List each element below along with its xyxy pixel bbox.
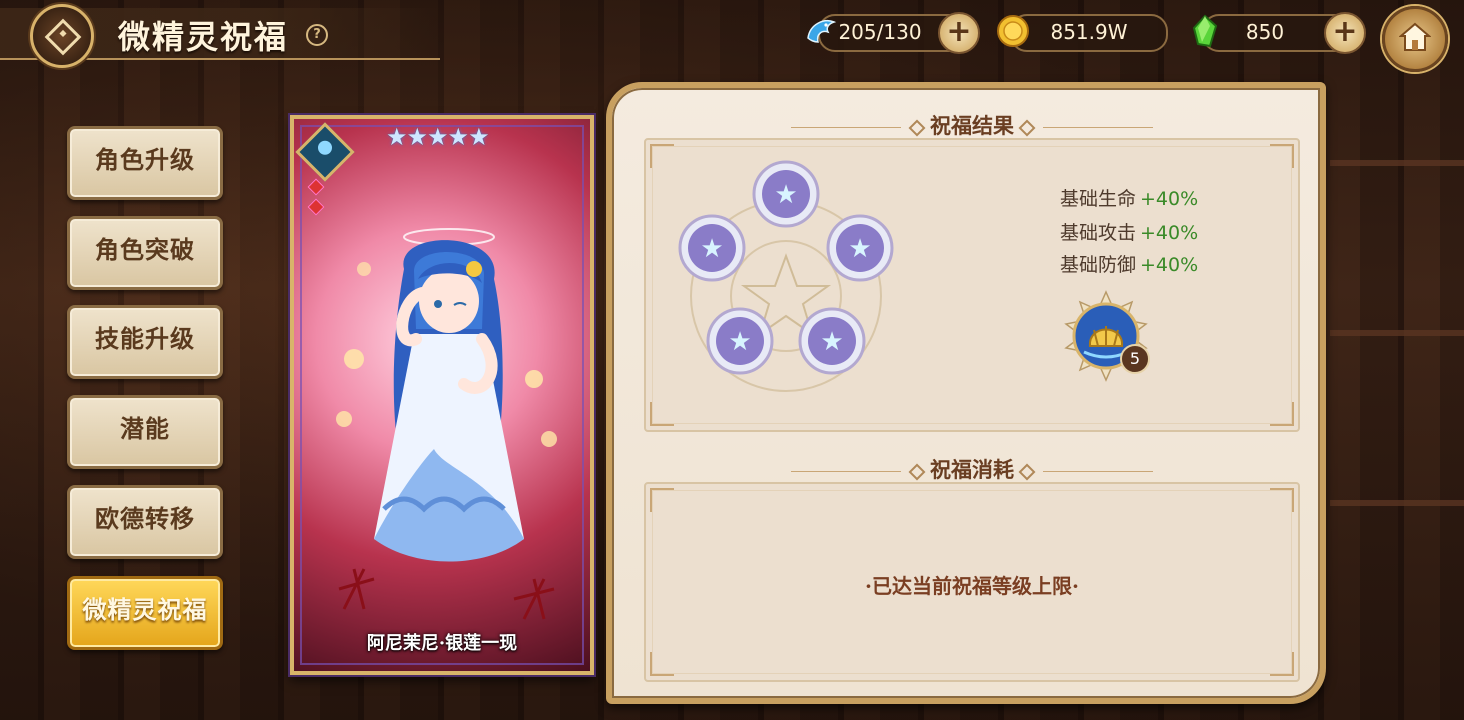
gold-value: 851.9W [1050, 20, 1128, 44]
stat-label: 基础防御 [1060, 254, 1137, 276]
character-card[interactable]: ★★★★★ 阿尼茉尼·银莲一现 [290, 115, 594, 675]
character-portrait [336, 228, 557, 620]
stat-base-attack: 基础攻击 +40% [1060, 218, 1198, 245]
stat-label: 基础攻击 [1060, 222, 1137, 244]
menu-ode-transfer[interactable]: 欧德转移 [67, 485, 223, 559]
svg-text:★: ★ [774, 180, 797, 210]
blessing-panel: 祝福结果 ★ ★ ★ ★ ★ 基础生命 +40% 基础攻击 +40% 基础防御 … [606, 82, 1326, 704]
blessing-star-slot: ★ [706, 307, 774, 375]
blessing-star-slot: ★ [752, 160, 820, 228]
stat-bonus: +40% [1140, 222, 1199, 244]
stamina-value: 205/130 [838, 20, 922, 44]
stat-label: 基础生命 [1060, 188, 1137, 210]
blessing-star-slot: ★ [678, 214, 746, 282]
home-button[interactable] [1382, 6, 1448, 72]
menu-character-breakthrough[interactable]: 角色突破 [67, 216, 223, 290]
shell-level-badge: 5 [1120, 344, 1150, 374]
svg-text:★: ★ [848, 234, 871, 264]
svg-text:★: ★ [700, 234, 723, 264]
bookshelf [1330, 500, 1464, 506]
home-icon [1399, 22, 1431, 51]
stat-bonus: +40% [1140, 188, 1199, 210]
stat-base-defense: 基础防御 +40% [1060, 250, 1198, 277]
crystal-value: 850 [1245, 20, 1285, 44]
cost-section-title: 祝福消耗 [612, 454, 1332, 484]
cost-title: 祝福消耗 [930, 457, 1014, 482]
menu-sprite-blessing[interactable]: 微精灵祝福 [67, 576, 223, 650]
back-button[interactable] [30, 4, 94, 68]
menu-skill-upgrade[interactable]: 技能升级 [67, 305, 223, 379]
stamina-counter: 205/130 + [807, 12, 980, 54]
page-title: 微精灵祝福 [118, 18, 289, 56]
blessing-star-array: ★ ★ ★ ★ ★ [678, 160, 894, 392]
stat-base-hp: 基础生命 +40% [1060, 184, 1198, 211]
character-name: 阿尼茉尼·银莲一现 [366, 633, 518, 654]
shell-emblem[interactable]: 5 [1060, 290, 1152, 382]
bookshelf [1330, 330, 1464, 336]
result-section-title: 祝福结果 [612, 110, 1332, 140]
menu-character-levelup[interactable]: 角色升级 [67, 126, 223, 200]
back-diamond-icon [44, 18, 82, 56]
help-icon[interactable]: ? [306, 24, 328, 46]
max-level-message: ·已达当前祝福等级上限· [865, 574, 1079, 598]
gold-counter: 851.9W [997, 14, 1168, 52]
blessing-star-slot: ★ [798, 307, 866, 375]
svg-text:★: ★ [820, 327, 843, 357]
svg-text:★: ★ [728, 327, 751, 357]
result-title: 祝福结果 [930, 113, 1014, 138]
crystal-counter: 850 + [1192, 12, 1366, 54]
menu-potential[interactable]: 潜能 [67, 395, 223, 469]
bookshelf [1330, 160, 1464, 166]
blessing-star-slot: ★ [826, 214, 894, 282]
add-stamina-button[interactable]: + [938, 12, 980, 54]
add-crystal-button[interactable]: + [1324, 12, 1366, 54]
stat-bonus: +40% [1140, 254, 1199, 276]
star-rating: ★★★★★ [386, 123, 490, 151]
cost-box: ·已达当前祝福等级上限· [644, 482, 1300, 682]
top-bar: 微精灵祝福 ? 205/130 + 851.9W 850 + [0, 0, 1464, 72]
result-box: ★ ★ ★ ★ ★ 基础生命 +40% 基础攻击 +40% 基础防御 +40% … [644, 138, 1300, 432]
